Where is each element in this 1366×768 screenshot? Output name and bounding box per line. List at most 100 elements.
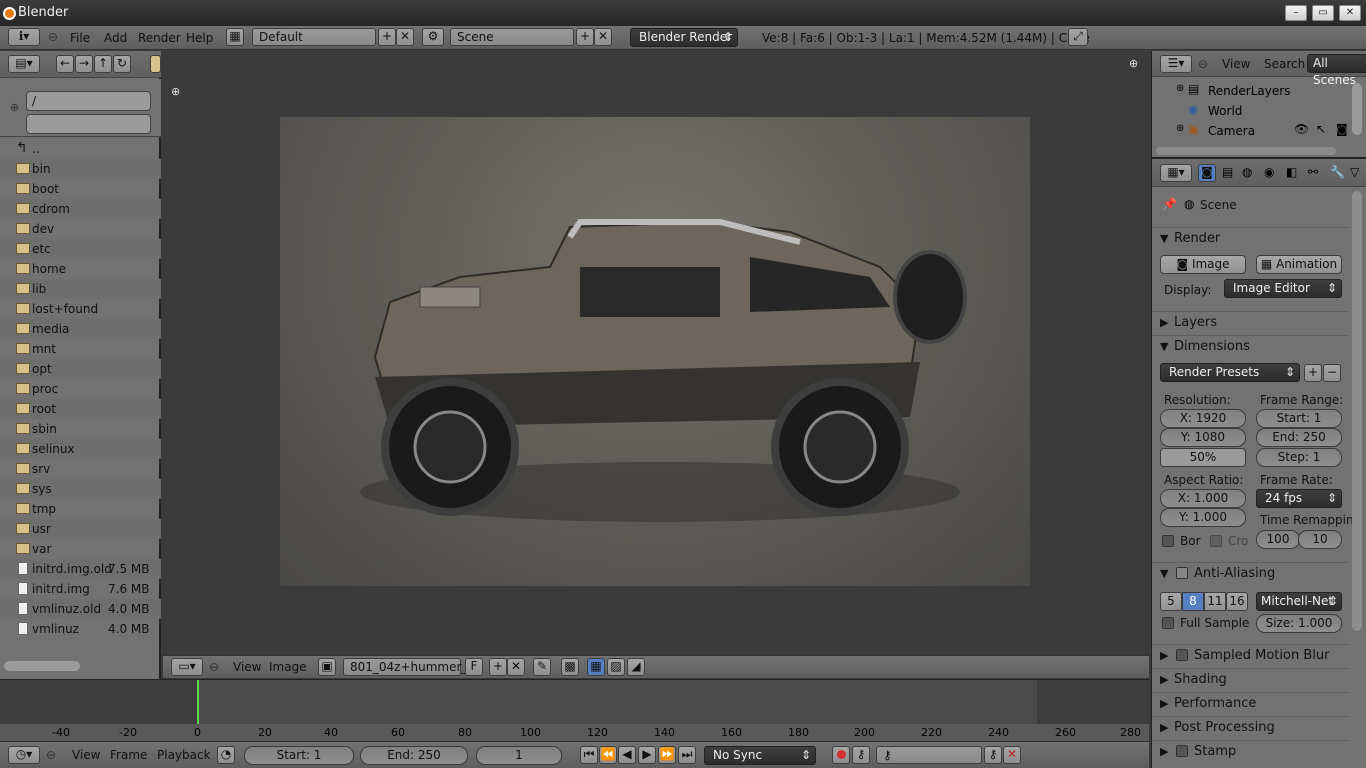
outliner-row[interactable]: ⊕ ▣ Camera 👁 ↖ ◙ bbox=[1152, 121, 1352, 141]
end-frame-field[interactable]: End: 250 bbox=[360, 746, 468, 765]
aa-samples-11[interactable]: 11 bbox=[1204, 592, 1226, 611]
keying-set-icon[interactable]: ⚷ bbox=[852, 746, 870, 764]
image-browse-icon[interactable]: ▣ bbox=[318, 658, 336, 676]
next-keyframe-icon[interactable]: ⏩ bbox=[658, 746, 676, 764]
editor-type-filebrowser-icon[interactable]: ▤▾ bbox=[8, 55, 40, 73]
list-item[interactable]: tmp bbox=[0, 499, 161, 519]
editor-type-properties-icon[interactable]: ▦▾ bbox=[1160, 164, 1192, 182]
list-item[interactable]: etc bbox=[0, 239, 161, 259]
panel-render-header[interactable]: ▼ Render bbox=[1152, 227, 1348, 249]
menu-help[interactable]: Help bbox=[186, 31, 213, 45]
render-image-button[interactable]: ◙ Image bbox=[1160, 255, 1246, 274]
pin-icon[interactable]: ✎ bbox=[533, 658, 551, 676]
editor-type-outliner-icon[interactable]: ☰▾ bbox=[1160, 55, 1192, 73]
menu-search[interactable]: Search bbox=[1264, 57, 1305, 71]
remove-scene-icon[interactable]: ✕ bbox=[594, 28, 612, 46]
minimize-button[interactable]: – bbox=[1285, 5, 1307, 21]
filename-input[interactable] bbox=[26, 114, 151, 134]
list-item[interactable]: root bbox=[0, 399, 161, 419]
plus-icon[interactable]: ⊕ bbox=[171, 85, 180, 98]
list-item[interactable]: selinux bbox=[0, 439, 161, 459]
menu-render[interactable]: Render bbox=[138, 31, 181, 45]
draw-channels-icon[interactable]: ▩ bbox=[561, 658, 579, 676]
panel-motion-blur-header[interactable]: ▶ Sampled Motion Blur bbox=[1152, 644, 1348, 666]
aspect-y-field[interactable]: Y: 1.000 bbox=[1160, 508, 1246, 527]
delete-keyframe-icon[interactable]: ✕ bbox=[1003, 746, 1021, 764]
world-tab-icon[interactable]: ◉ bbox=[1264, 165, 1274, 179]
current-frame-line[interactable] bbox=[197, 680, 199, 724]
scene-tab-icon[interactable]: ◍ bbox=[1242, 165, 1252, 179]
list-item[interactable]: opt bbox=[0, 359, 161, 379]
prev-keyframe-icon[interactable]: ⏪ bbox=[599, 746, 617, 764]
path-input[interactable]: / bbox=[26, 91, 151, 111]
list-item[interactable]: boot bbox=[0, 179, 161, 199]
menu-view[interactable]: View bbox=[72, 748, 100, 762]
list-item[interactable]: usr bbox=[0, 519, 161, 539]
aa-samples-8[interactable]: 8 bbox=[1182, 592, 1204, 611]
screen-layout-field[interactable]: Default bbox=[252, 28, 376, 46]
collapse-menu-icon[interactable]: ⊖ bbox=[209, 660, 219, 674]
collapse-menu-icon[interactable]: ⊖ bbox=[46, 748, 56, 762]
resolution-x-field[interactable]: X: 1920 bbox=[1160, 409, 1246, 428]
zbuffer-icon[interactable]: ▨ bbox=[607, 658, 625, 676]
frame-step-field[interactable]: Step: 1 bbox=[1256, 448, 1342, 467]
object-tab-icon[interactable]: ◧ bbox=[1286, 165, 1297, 179]
modifiers-tab-icon[interactable]: 🔧 bbox=[1330, 165, 1345, 179]
frame-rate-select[interactable]: 24 fps ⇕ bbox=[1256, 489, 1342, 508]
list-item[interactable]: initrd.img 7.6 MB bbox=[0, 579, 161, 599]
back-arrow-icon[interactable]: ← bbox=[56, 55, 74, 73]
maximize-button[interactable]: ▭ bbox=[1312, 5, 1334, 21]
menu-playback[interactable]: Playback bbox=[157, 748, 211, 762]
sync-select[interactable]: No Sync ⇕ bbox=[704, 746, 816, 765]
panel-layers-header[interactable]: ▶ Layers bbox=[1152, 311, 1348, 333]
border-checkbox[interactable] bbox=[1162, 535, 1174, 547]
list-item[interactable]: vmlinuz 4.0 MB bbox=[0, 619, 161, 639]
unlink-image-icon[interactable]: ✕ bbox=[507, 658, 525, 676]
preview-range-icon[interactable]: ◔ bbox=[217, 746, 235, 764]
menu-view[interactable]: View bbox=[1222, 57, 1250, 71]
play-icon[interactable]: ▶ bbox=[638, 746, 656, 764]
aa-filter-select[interactable]: Mitchell-Net ⇕ bbox=[1256, 592, 1342, 611]
list-item[interactable]: lib bbox=[0, 279, 161, 299]
fullscreen-icon[interactable]: ⤢ bbox=[1068, 28, 1088, 46]
list-item[interactable]: cdrom bbox=[0, 199, 161, 219]
scene-icon[interactable]: ⚙ bbox=[422, 28, 444, 46]
render-layers-tab-icon[interactable]: ▤ bbox=[1222, 165, 1233, 179]
display-select[interactable]: Image Editor ⇕ bbox=[1224, 279, 1342, 298]
list-item[interactable]: proc bbox=[0, 379, 161, 399]
resolution-y-field[interactable]: Y: 1080 bbox=[1160, 428, 1246, 447]
timeline-area[interactable]: -40 -20 0 20 40 60 80 100 120 140 160 18… bbox=[0, 679, 1149, 742]
outliner-row[interactable]: ◉ World bbox=[1152, 101, 1352, 121]
render-animation-button[interactable]: ▦ Animation bbox=[1256, 255, 1342, 274]
resolution-percent-slider[interactable]: 50% bbox=[1160, 448, 1246, 467]
menu-add[interactable]: Add bbox=[104, 31, 127, 45]
plus-icon[interactable]: ⊕ bbox=[1129, 57, 1138, 70]
add-preset-icon[interactable]: + bbox=[1304, 364, 1322, 382]
vertical-scrollbar[interactable] bbox=[1352, 191, 1362, 631]
outliner-row[interactable]: ⊕ ▤ RenderLayers bbox=[1152, 81, 1352, 101]
menu-view[interactable]: View bbox=[233, 660, 261, 674]
jump-end-icon[interactable]: ⏭ bbox=[678, 746, 696, 764]
aa-size-field[interactable]: Size: 1.000 bbox=[1256, 614, 1342, 633]
remove-screen-icon[interactable]: ✕ bbox=[396, 28, 414, 46]
fake-user-button[interactable]: F bbox=[465, 658, 483, 676]
list-item[interactable]: sys bbox=[0, 479, 161, 499]
display-mode-select[interactable]: All Scenes bbox=[1307, 54, 1366, 87]
folder-icon[interactable] bbox=[150, 55, 161, 73]
parent-dir-icon[interactable]: ↑ bbox=[94, 55, 112, 73]
forward-arrow-icon[interactable]: → bbox=[75, 55, 93, 73]
panel-shading-header[interactable]: ▶ Shading bbox=[1152, 668, 1348, 690]
vertical-scrollbar[interactable] bbox=[1352, 83, 1362, 135]
editor-type-timeline-icon[interactable]: ◷▾ bbox=[8, 746, 40, 764]
collapse-menu-icon[interactable]: ⊖ bbox=[48, 30, 58, 44]
data-tab-icon[interactable]: ▽ bbox=[1350, 165, 1359, 179]
current-frame-field[interactable]: 1 bbox=[476, 746, 562, 765]
aa-samples-5[interactable]: 5 bbox=[1160, 592, 1182, 611]
list-item[interactable]: initrd.img.old 7.5 MB bbox=[0, 559, 161, 579]
pin-icon[interactable]: 📌 bbox=[1162, 197, 1177, 211]
list-item[interactable]: home bbox=[0, 259, 161, 279]
menu-file[interactable]: File bbox=[70, 31, 90, 45]
expand-icon[interactable]: ⊕ bbox=[1176, 83, 1184, 94]
time-remap-old-field[interactable]: 100 bbox=[1256, 530, 1300, 549]
panel-performance-header[interactable]: ▶ Performance bbox=[1152, 692, 1348, 714]
